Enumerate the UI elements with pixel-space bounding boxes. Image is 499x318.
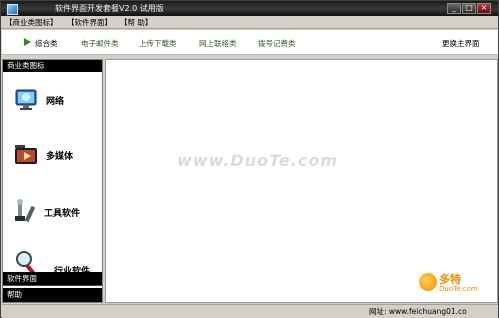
sidebar-item-label: 网络 — [46, 97, 65, 107]
close-icon: × — [480, 3, 488, 12]
sidebar-item-label: 工具软件 — [44, 209, 81, 219]
watermark-text: www.DuoTe.com — [177, 151, 338, 170]
main-content-area — [105, 59, 498, 303]
multimedia-video-icon — [13, 142, 41, 170]
change-main-ui-link[interactable]: 更换主界面 — [442, 38, 480, 49]
brand-logo: 多特 DuoTe.com — [419, 271, 497, 303]
tab-email[interactable]: 电子邮件类 — [81, 38, 119, 49]
menu-item-help[interactable]: 【帮 助】 — [120, 17, 152, 28]
title-bar[interactable]: 软件界面开发套餐V2.0 试用版 _ □ × — [1, 1, 498, 16]
sidebar: 商业类图标 网络 多媒体 工具软件 软件界面 帮助 — [2, 59, 103, 303]
category-toolbar: 综合类 电子邮件类 上传下载类 网上联络类 拨号记费类 更换主界面 — [2, 30, 498, 55]
sidebar-footer-software-ui[interactable]: 软件界面 — [3, 272, 102, 286]
network-monitor-icon — [13, 86, 41, 114]
maximize-button[interactable]: □ — [462, 3, 476, 14]
window-title: 软件界面开发套餐V2.0 试用版 — [55, 4, 164, 13]
tools-icon — [13, 198, 41, 226]
menu-item-business-icons[interactable]: 【商业类图标】 — [5, 17, 58, 28]
tab-dialup-billing[interactable]: 拨号记费类 — [258, 38, 296, 49]
sidebar-item-label: 多媒体 — [46, 152, 74, 162]
minimize-icon: _ — [452, 3, 456, 12]
status-site-text: 网址: www.feichuang01.co — [369, 307, 467, 316]
sidebar-footer-help[interactable]: 帮助 — [3, 288, 102, 302]
menu-bar: 【商业类图标】 【软件界面】 【帮 助】 — [1, 16, 498, 29]
maximize-icon: □ — [465, 3, 473, 12]
sidebar-item-multimedia[interactable]: 多媒体 — [3, 138, 102, 178]
status-bar: 网址: www.feichuang01.co — [2, 304, 498, 318]
play-arrow-icon — [24, 38, 31, 46]
tab-general[interactable]: 综合类 — [35, 38, 58, 49]
app-window: 软件界面开发套餐V2.0 试用版 _ □ × 【商业类图标】 【软件界面】 【帮… — [0, 0, 499, 318]
brand-logo-icon — [419, 273, 437, 291]
app-icon — [7, 4, 18, 15]
close-button[interactable]: × — [477, 3, 491, 14]
menu-item-software-ui[interactable]: 【软件界面】 — [67, 17, 112, 28]
minimize-button[interactable]: _ — [447, 3, 461, 14]
sidebar-item-network[interactable]: 网络 — [3, 82, 102, 122]
tab-online-contact[interactable]: 网上联络类 — [199, 38, 237, 49]
brand-sub: DuoTe.com — [439, 285, 478, 293]
tab-upload-download[interactable]: 上传下载类 — [139, 38, 177, 49]
sidebar-section-title: 商业类图标 — [3, 60, 102, 72]
sidebar-item-tools[interactable]: 工具软件 — [3, 194, 102, 234]
